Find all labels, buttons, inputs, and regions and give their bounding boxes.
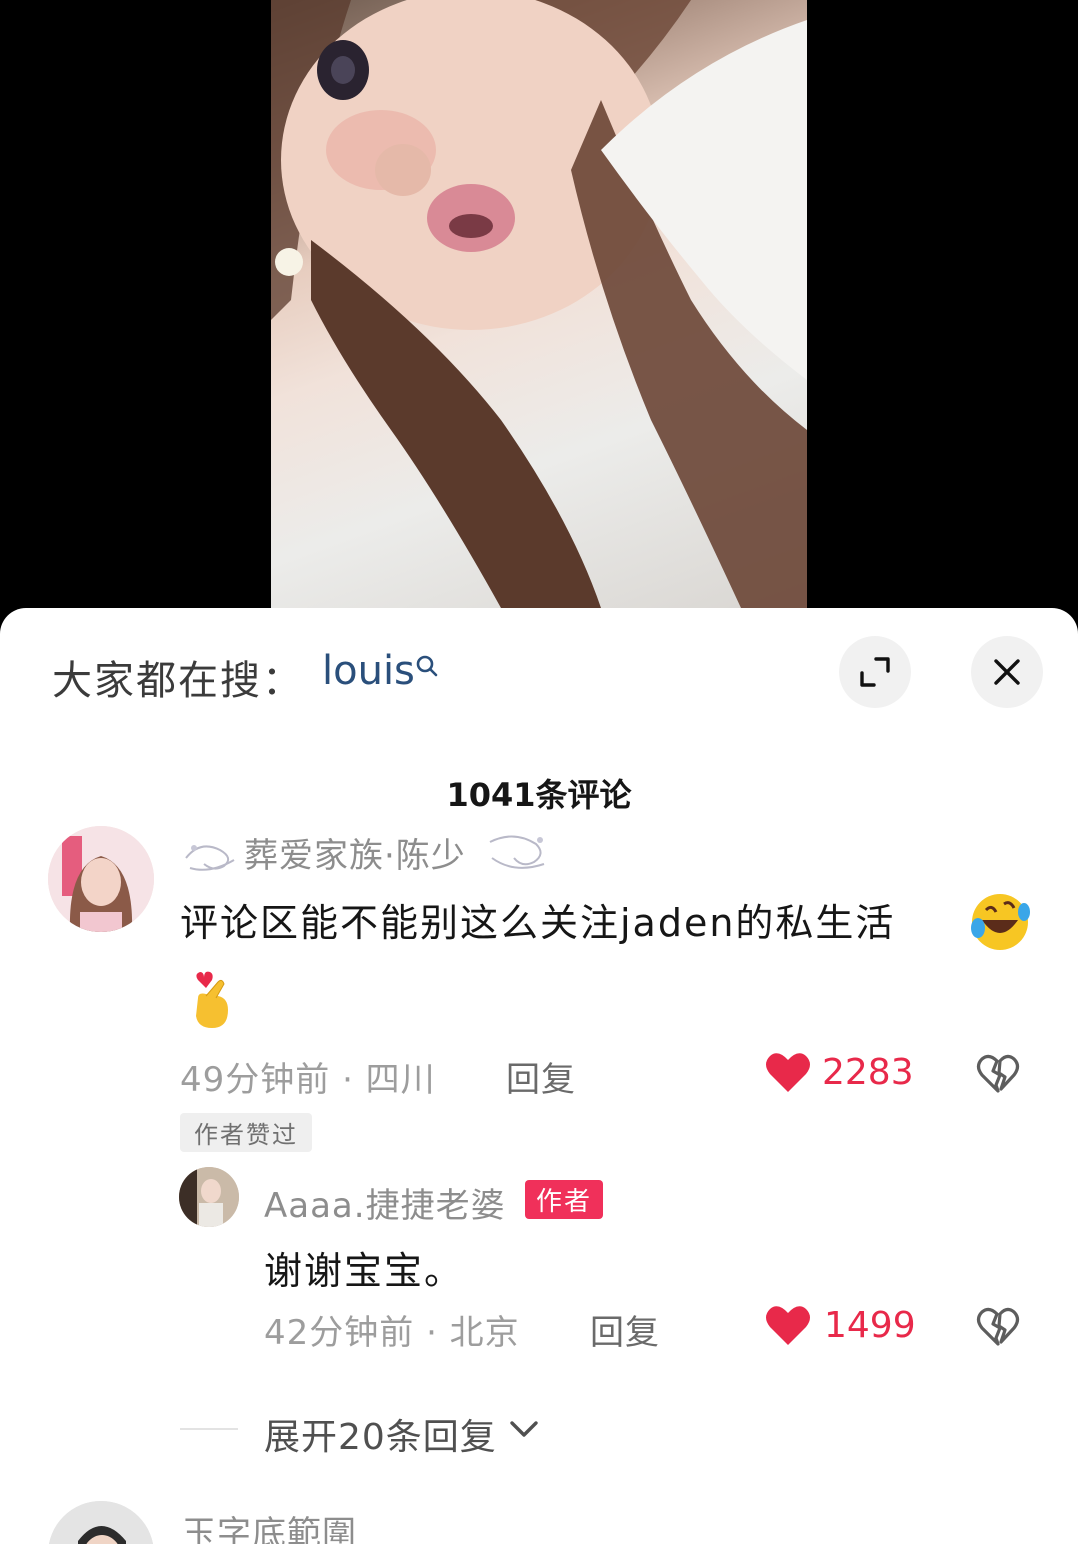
avatar[interactable] bbox=[48, 826, 154, 932]
heart-hand-emoji-icon bbox=[196, 971, 228, 1028]
comment-count-title: 1041条评论 bbox=[446, 776, 632, 814]
expand-divider bbox=[180, 1428, 238, 1430]
close-icon bbox=[994, 659, 1020, 685]
username-decoration-right bbox=[489, 835, 545, 869]
video-frame[interactable] bbox=[271, 0, 807, 608]
like-count: 2283 bbox=[822, 1052, 914, 1093]
avatar[interactable] bbox=[179, 1167, 239, 1227]
close-button[interactable] bbox=[971, 636, 1043, 708]
heart-icon[interactable] bbox=[764, 1303, 812, 1347]
expand-icon bbox=[860, 657, 890, 687]
search-term-link[interactable]: louis bbox=[322, 648, 415, 694]
username-decoration-left bbox=[185, 845, 235, 871]
comment-username[interactable]: 葬爱家族·陈少 bbox=[244, 828, 466, 877]
search-icon[interactable] bbox=[415, 654, 439, 678]
broken-heart-icon[interactable] bbox=[975, 1304, 1021, 1348]
like-count: 1499 bbox=[824, 1305, 916, 1346]
broken-heart-icon[interactable] bbox=[975, 1051, 1021, 1095]
comment-text: 评论区能不能别这么关注jaden的私生活 bbox=[180, 901, 896, 945]
reply-button[interactable]: 回复 bbox=[590, 1305, 660, 1354]
chevron-down-icon[interactable] bbox=[508, 1418, 540, 1440]
comment-sheet: 大家都在搜： louis 1041条评论 葬爱家族·陈少 评论区能不能别这么关注… bbox=[0, 608, 1078, 1544]
reply-username[interactable]: Aaaa.捷捷老婆 bbox=[264, 1178, 506, 1227]
video-player[interactable] bbox=[0, 0, 1078, 620]
expand-button[interactable] bbox=[839, 636, 911, 708]
expand-replies-button[interactable]: 展开20条回复 bbox=[264, 1408, 497, 1460]
author-badge: 作者 bbox=[525, 1180, 604, 1219]
heart-icon[interactable] bbox=[764, 1050, 812, 1094]
reply-button[interactable]: 回复 bbox=[506, 1052, 576, 1101]
reply-text: 谢谢宝宝。 bbox=[264, 1249, 465, 1293]
reply-meta: 42分钟前 · 北京 bbox=[264, 1313, 520, 1353]
author-liked-badge: 作者赞过 bbox=[180, 1113, 312, 1152]
search-prompt-label: 大家都在搜： bbox=[52, 658, 304, 704]
comment-meta: 49分钟前 · 四川 bbox=[180, 1060, 436, 1100]
comment-username[interactable]: 玉字底範圍 bbox=[182, 1506, 357, 1544]
avatar[interactable] bbox=[48, 1501, 154, 1544]
video-image bbox=[271, 0, 807, 608]
rolling-laughing-emoji-icon bbox=[971, 894, 1030, 950]
